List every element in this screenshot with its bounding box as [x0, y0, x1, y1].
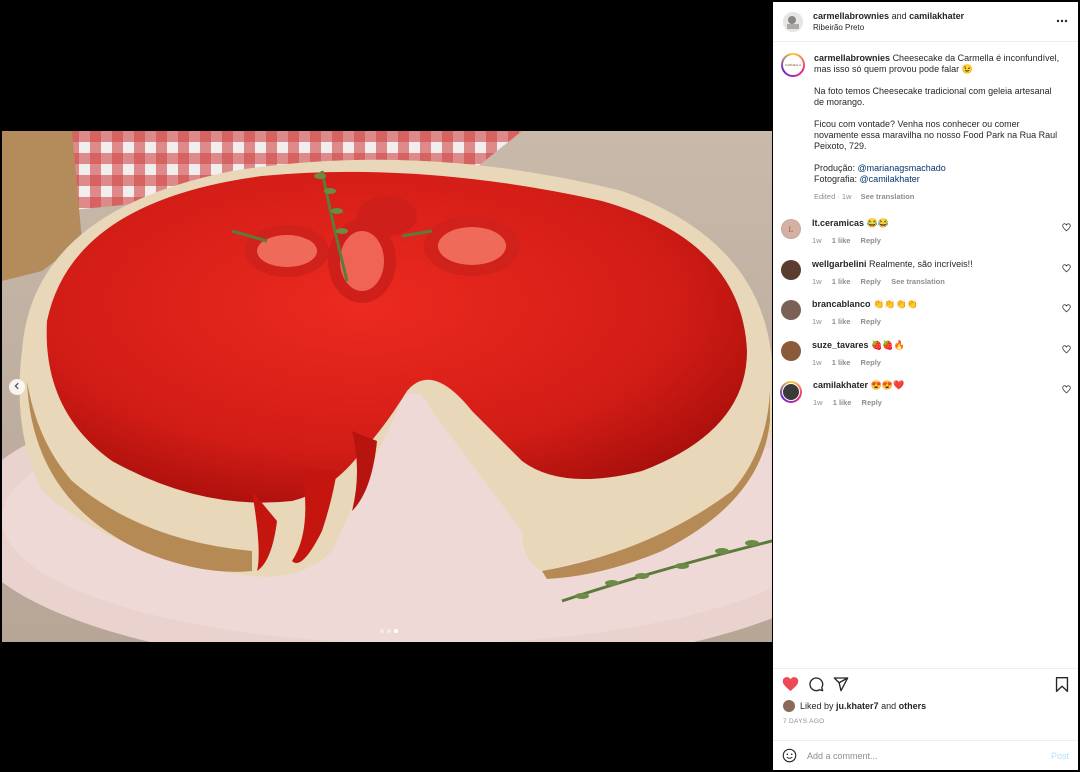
photography-label: Fotografia: [814, 174, 858, 184]
production-mention[interactable]: @marianagsmachado [858, 163, 946, 173]
more-options-icon[interactable] [1056, 15, 1068, 29]
comment-bubble-icon[interactable] [808, 676, 824, 692]
comment-username[interactable]: brancablanco [812, 299, 871, 309]
comment-time: 1w [812, 357, 822, 367]
commenter-avatar[interactable] [780, 381, 802, 403]
caption-line-3: Ficou com vontade? Venha nos conhecer ou… [814, 119, 1058, 151]
caption-line-2: Na foto temos Cheesecake tradicional com… [814, 86, 1052, 107]
comment-reply[interactable]: Reply [861, 277, 881, 286]
commenter-avatar[interactable] [781, 259, 801, 280]
comment-text: 👏👏👏👏 [873, 299, 918, 309]
post-side-panel: carmellabrownies and camilakhater Ribeir… [773, 2, 1078, 770]
comment-time: 1w [812, 317, 822, 326]
comment-reply[interactable]: Reply [861, 358, 881, 367]
comment-username[interactable]: suze_tavares [812, 340, 869, 350]
comment-likes[interactable]: 1 like [832, 277, 851, 286]
comment-text: 😂😂 [866, 218, 889, 228]
share-paper-plane-icon[interactable] [833, 676, 849, 692]
comment-see-translation[interactable]: See translation [891, 277, 945, 286]
comment-like-heart-icon[interactable] [1062, 304, 1071, 315]
comment-item: camilakhater 😍😍❤️ 1w 1 like Reply [773, 380, 1078, 421]
comment-reply[interactable]: Reply [862, 398, 882, 407]
comment-like-heart-icon[interactable] [1062, 223, 1071, 234]
comment-likes[interactable]: 1 like [832, 317, 851, 326]
photography-mention[interactable]: @camilakhater [860, 174, 920, 184]
svg-text:L: L [789, 225, 794, 234]
post-caption: CARMELLA carmellabrownies Cheesecake da … [773, 43, 1078, 202]
liked-by-prefix: Liked by [800, 701, 834, 711]
post-modal: carmellabrownies and camilakhater Ribeir… [0, 0, 1080, 772]
liked-by-others[interactable]: others [899, 701, 927, 711]
bookmark-icon[interactable] [1055, 677, 1069, 694]
author-avatar[interactable] [783, 11, 803, 32]
caption-username[interactable]: carmellabrownies [814, 53, 890, 63]
add-comment-input[interactable] [807, 751, 1037, 761]
like-heart-icon[interactable] [782, 676, 799, 692]
comment-item: L lt.ceramicas 😂😂 1w 1 like Reply [773, 218, 1078, 259]
comment-text: 😍😍❤️ [870, 380, 905, 390]
comment-likes[interactable]: 1 like [832, 358, 851, 367]
caption-see-translation[interactable]: See translation [861, 192, 915, 201]
add-comment-bar: Post [773, 740, 1078, 771]
comment-item: wellgarbelini Realmente, são incríveis!!… [773, 259, 1078, 300]
post-timestamp[interactable]: 7 DAYS AGO [773, 718, 1078, 725]
comment-text: Realmente, são incríveis!! [869, 258, 973, 269]
author-username[interactable]: carmellabrownies [813, 11, 889, 21]
liker-username[interactable]: ju.khater7 [836, 701, 879, 711]
comment-text: 🍓🍓🔥 [871, 339, 905, 350]
comment-reply[interactable]: Reply [861, 317, 881, 326]
carousel-indicator [380, 629, 398, 633]
comment-username[interactable]: camilakhater [813, 380, 868, 390]
post-location[interactable]: Ribeirão Preto [813, 23, 964, 32]
comment-item: brancablanco 👏👏👏👏 1w 1 like Reply [773, 299, 1078, 340]
comment-time: 1w [812, 236, 822, 245]
chevron-left-icon [13, 382, 21, 392]
comment-likes[interactable]: 1 like [833, 398, 852, 407]
commenter-avatar[interactable] [781, 340, 801, 361]
liker-avatar [783, 700, 795, 712]
production-label: Produção: [814, 163, 856, 173]
comment-like-heart-icon[interactable] [1062, 385, 1071, 396]
liked-by-and: and [881, 701, 897, 711]
comment-time: 1w [813, 398, 823, 407]
post-media [2, 2, 772, 770]
commenter-avatar[interactable]: L [781, 219, 801, 239]
comment-username[interactable]: wellgarbelini [812, 259, 867, 269]
post-actions: Liked by ju.khater7 and others 7 DAYS AG… [773, 668, 1078, 770]
comment-like-heart-icon[interactable] [1062, 344, 1071, 356]
post-header: carmellabrownies and camilakhater Ribeir… [773, 2, 1078, 42]
comments-section[interactable]: CARMELLA carmellabrownies Cheesecake da … [773, 43, 1078, 668]
collab-username[interactable]: camilakhater [909, 11, 964, 21]
comment-reply[interactable]: Reply [861, 236, 881, 245]
post-comment-button[interactable]: Post [1051, 751, 1069, 761]
collab-and: and [891, 11, 907, 21]
comment-time: 1w [812, 276, 822, 286]
carousel-dot [380, 629, 384, 633]
previous-photo-button[interactable] [9, 379, 25, 395]
comment-item: suze_tavares 🍓🍓🔥 1w 1 like Reply [773, 340, 1078, 381]
caption-avatar[interactable]: CARMELLA [781, 53, 805, 77]
post-photo [2, 131, 772, 642]
comment-like-heart-icon[interactable] [1062, 263, 1071, 275]
emoji-icon[interactable] [782, 748, 797, 765]
commenter-avatar[interactable] [781, 300, 801, 320]
carousel-dot-active [394, 629, 398, 633]
comment-likes[interactable]: 1 like [832, 236, 851, 245]
caption-edited-time: Edited · 1w [814, 192, 852, 201]
comment-username[interactable]: lt.ceramicas [812, 218, 864, 228]
carousel-dot [387, 629, 391, 633]
likes-summary[interactable]: Liked by ju.khater7 and others [773, 700, 1078, 712]
